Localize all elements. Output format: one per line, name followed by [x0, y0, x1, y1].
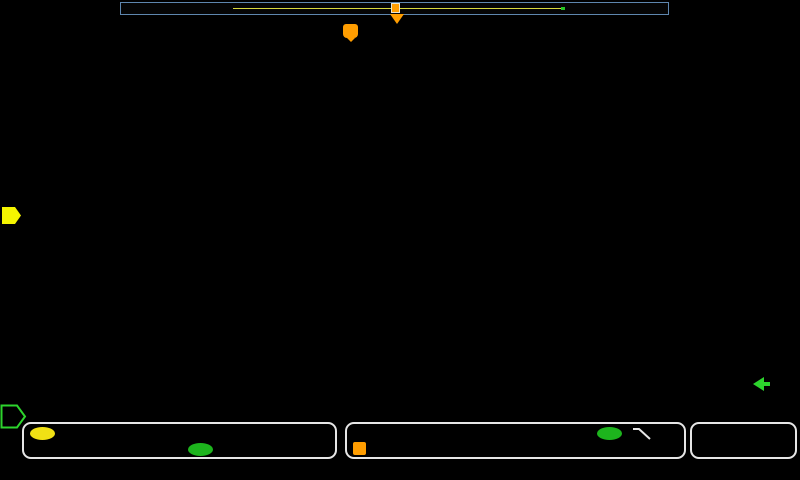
channel-readout-box[interactable]	[22, 422, 337, 459]
trigger-source-badge[interactable]	[597, 427, 622, 440]
ch1-badge[interactable]	[30, 427, 55, 440]
trigger-level-marker[interactable]	[753, 377, 770, 391]
trigger-t-icon	[353, 442, 366, 455]
record-ch4-mark	[561, 7, 565, 10]
trigger-slope-falling-icon	[631, 426, 653, 441]
oscilloscope-screen	[0, 0, 800, 480]
record-trigger-position-marker[interactable]	[391, 3, 400, 13]
ch4-badge[interactable]	[188, 443, 213, 456]
datetime-box[interactable]	[690, 422, 797, 459]
horizontal-trigger-readout-box[interactable]	[345, 422, 686, 459]
trigger-delay-readout	[353, 442, 368, 455]
trigger-point-icon[interactable]	[343, 24, 358, 38]
waveform-graticule	[22, 15, 770, 415]
ch1-position-marker[interactable]	[2, 207, 22, 224]
